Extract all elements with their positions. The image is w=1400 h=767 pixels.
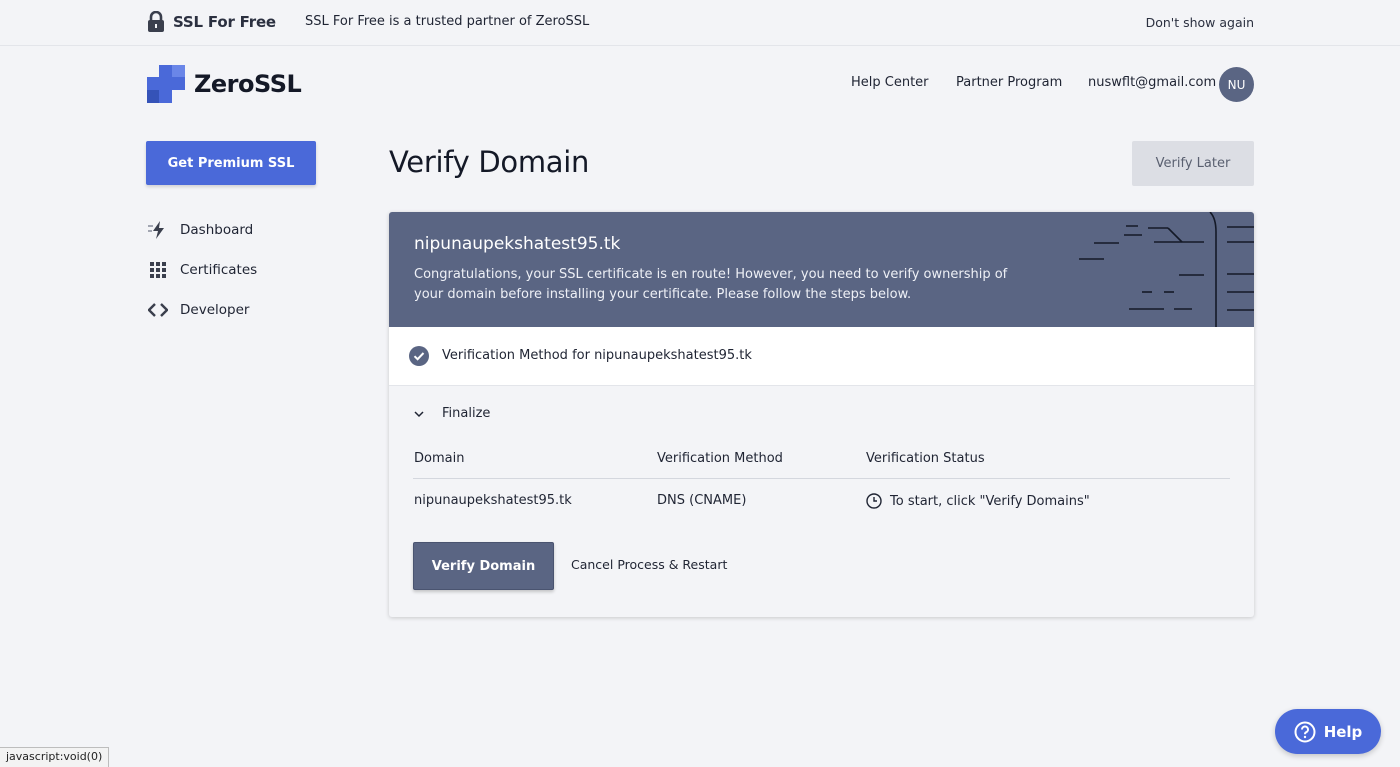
partner-brand-name: SSL For Free (173, 13, 276, 31)
grid-icon (148, 260, 168, 280)
cancel-process-link[interactable]: Cancel Process & Restart (571, 557, 727, 572)
avatar[interactable]: NU (1219, 67, 1254, 102)
sidebar-item-certificates[interactable]: Certificates (148, 260, 257, 280)
help-label: Help (1323, 722, 1363, 741)
dont-show-again-link[interactable]: Don't show again (1146, 15, 1254, 30)
account-email-link[interactable]: nuswflt@gmail.com (1088, 75, 1216, 90)
help-center-link[interactable]: Help Center (851, 75, 929, 90)
card-header: nipunaupekshatest95.tk Congratulations, … (389, 212, 1254, 327)
zerossl-cross-icon (147, 65, 185, 103)
chevron-down-icon (414, 410, 424, 417)
zerossl-logo[interactable]: ZeroSSL (147, 65, 302, 103)
cell-method: DNS (CNAME) (657, 493, 747, 508)
partner-program-link[interactable]: Partner Program (956, 75, 1062, 90)
get-premium-ssl-button[interactable]: Get Premium SSL (146, 141, 316, 185)
sidebar-item-label: Dashboard (180, 222, 254, 238)
status-bar-url: javascript:void(0) (0, 747, 110, 767)
status-text: To start, click "Verify Domains" (890, 493, 1090, 509)
verification-method-step[interactable]: Verification Method for nipunaupekshates… (389, 327, 1254, 386)
partner-bar: SSL For Free SSL For Free is a trusted p… (0, 0, 1400, 46)
lock-icon (148, 11, 164, 32)
brand-name: ZeroSSL (194, 70, 302, 98)
help-widget-button[interactable]: Help (1275, 709, 1381, 754)
sidebar-item-developer[interactable]: Developer (148, 300, 249, 320)
column-header-domain: Domain (414, 451, 465, 466)
sidebar-item-label: Certificates (180, 262, 258, 278)
card-message: Congratulations, your SSL certificate is… (414, 267, 1008, 302)
page-title: Verify Domain (389, 145, 590, 179)
check-circle-icon (409, 346, 429, 366)
cell-domain: nipunaupekshatest95.tk (414, 493, 572, 508)
cell-status: To start, click "Verify Domains" (866, 493, 1090, 509)
verification-card: nipunaupekshatest95.tk Congratulations, … (389, 212, 1254, 617)
sidebar-item-dashboard[interactable]: Dashboard (148, 220, 253, 240)
column-header-status: Verification Status (866, 451, 985, 466)
column-header-method: Verification Method (657, 451, 783, 466)
partner-message: SSL For Free is a trusted partner of Zer… (305, 14, 590, 29)
verify-later-button[interactable]: Verify Later (1132, 141, 1254, 186)
clock-icon (866, 493, 882, 509)
finalize-step-toggle[interactable]: Finalize (413, 406, 490, 421)
verification-method-label: Verification Method for nipunaupekshates… (442, 348, 752, 363)
table-divider (413, 478, 1230, 479)
card-domain-title: nipunaupekshatest95.tk (414, 234, 621, 254)
lightning-icon (148, 220, 168, 240)
circuit-decoration (1079, 212, 1254, 327)
partner-logo[interactable]: SSL For Free (147, 11, 276, 33)
verify-domain-button[interactable]: Verify Domain (413, 542, 554, 590)
finalize-label: Finalize (442, 406, 491, 421)
sidebar-item-label: Developer (180, 302, 250, 318)
code-icon (148, 300, 168, 320)
question-circle-icon (1294, 721, 1316, 742)
